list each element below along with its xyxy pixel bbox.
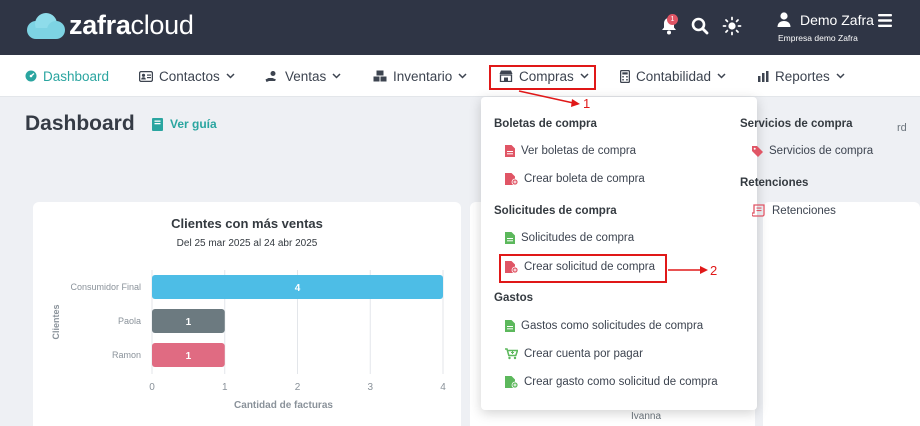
annotation-arrows bbox=[518, 90, 708, 274]
annotation-step-1: 1 bbox=[583, 96, 591, 111]
annotation-step-2: 2 bbox=[710, 263, 718, 278]
arrow-1-line bbox=[518, 90, 579, 105]
arrow-1-head bbox=[571, 99, 580, 107]
arrow-2-head bbox=[700, 266, 708, 274]
